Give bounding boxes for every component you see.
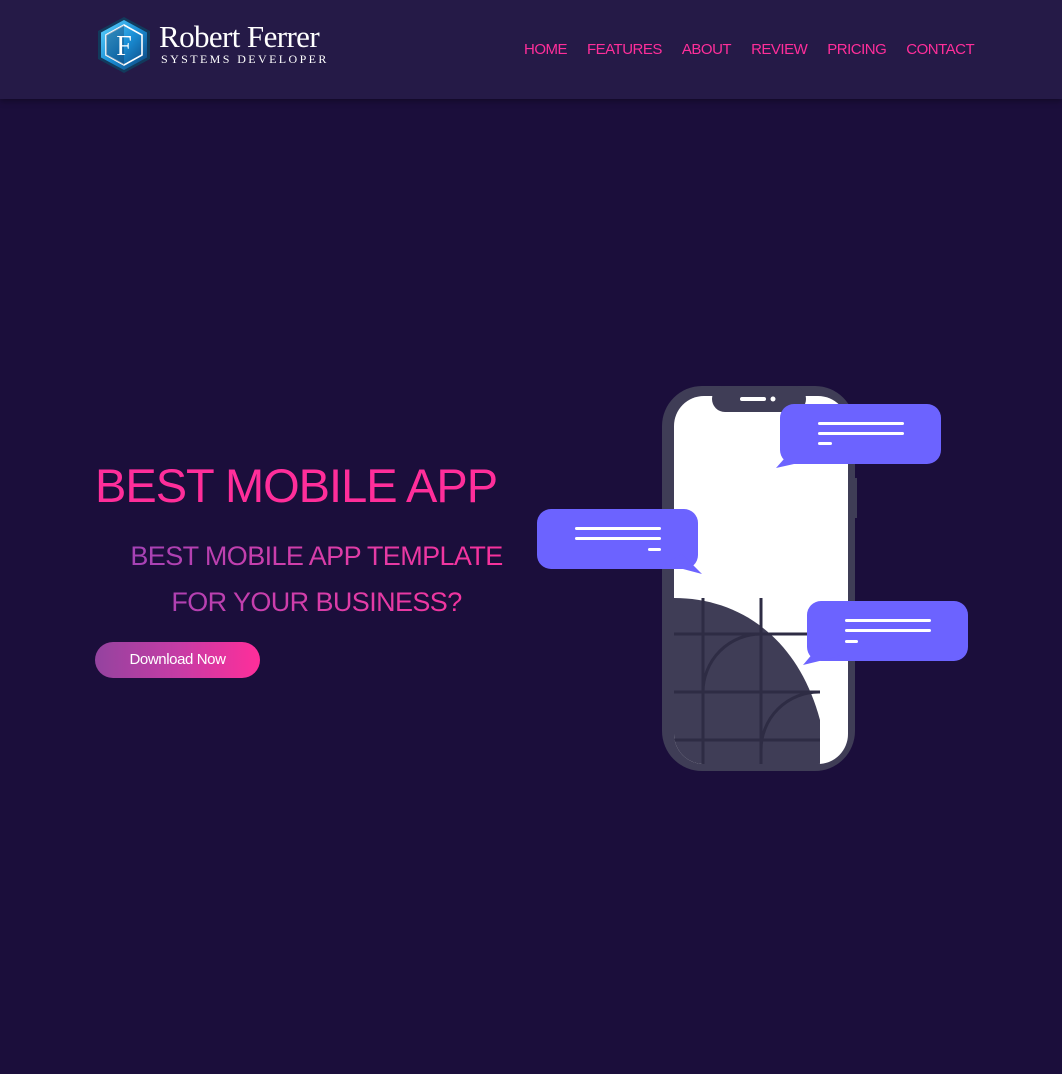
nav-contact[interactable]: CONTACT: [906, 40, 974, 60]
nav-about[interactable]: ABOUT: [682, 40, 732, 60]
main-nav: HOME FEATURES ABOUT REVIEW PRICING CONTA…: [524, 40, 994, 60]
brand-tagline: SYSTEMS DEVELOPER: [161, 52, 329, 66]
logo-hexagon-icon: F: [98, 17, 150, 73]
site-header: F Robert Ferrer SYSTEMS DEVELOPER HOME F…: [0, 0, 1062, 99]
logo-monogram: F: [116, 31, 132, 62]
brand-logo[interactable]: F Robert Ferrer SYSTEMS DEVELOPER: [95, 16, 326, 74]
nav-review[interactable]: REVIEW: [751, 40, 808, 60]
hero-subtitle: BEST MOBILE APP TEMPLATE FOR YOUR BUSINE…: [95, 533, 538, 625]
hero-subtitle-line-2: FOR YOUR BUSINESS?: [171, 587, 462, 617]
nav-pricing[interactable]: PRICING: [827, 40, 887, 60]
phone-chat-illustration: [537, 386, 968, 771]
download-now-button[interactable]: Download Now: [95, 642, 260, 678]
nav-features[interactable]: FEATURES: [587, 40, 662, 60]
hero-subtitle-line-1: BEST MOBILE APP TEMPLATE: [130, 541, 503, 571]
hero-title: BEST MOBILE APP: [95, 459, 498, 512]
chat-bubble-icon: [803, 601, 968, 665]
brand-name: Robert Ferrer: [159, 19, 320, 54]
nav-home[interactable]: HOME: [524, 40, 568, 60]
chat-bubble-icon: [537, 509, 702, 574]
chat-bubble-icon: [776, 404, 941, 468]
